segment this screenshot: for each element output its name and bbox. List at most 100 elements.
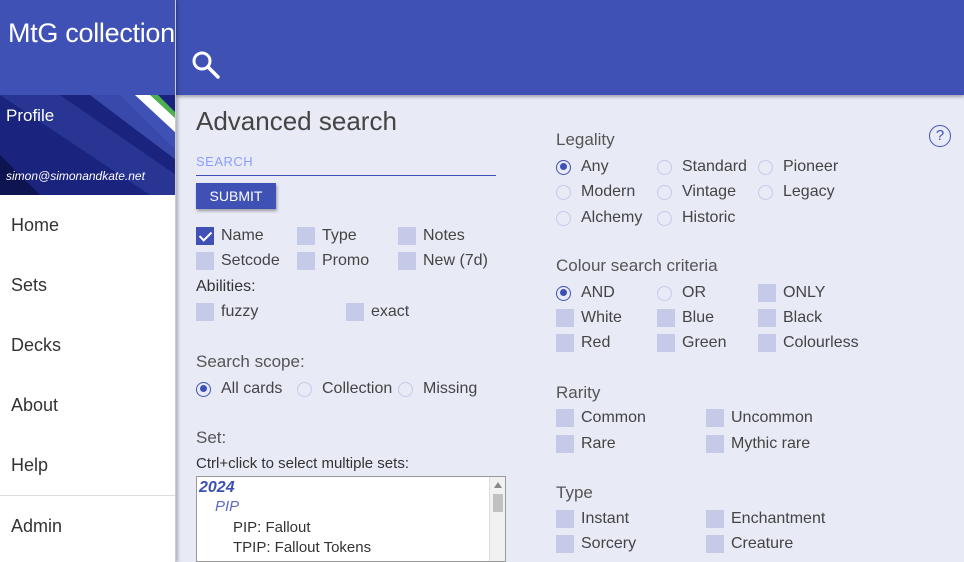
colour-red-checkbox[interactable]: Red [556,333,610,353]
colour-white-checkbox[interactable]: White [556,308,622,328]
radio-icon[interactable] [398,381,413,397]
checkbox-icon[interactable] [556,309,574,327]
type-enchantment-checkbox[interactable]: Enchantment [706,509,825,529]
type-sorcery-checkbox[interactable]: Sorcery [556,534,636,554]
checkbox-icon[interactable] [398,227,416,245]
colour-green-checkbox[interactable]: Green [657,333,726,353]
checkbox-icon[interactable] [706,435,724,453]
abilities-fuzzy-checkbox[interactable]: fuzzy [196,302,258,322]
app-title[interactable]: MtG collection [0,0,175,95]
legality-alchemy-radio[interactable]: Alchemy [556,208,642,228]
radio-icon[interactable] [556,184,571,200]
rarity-common-checkbox[interactable]: Common [556,408,646,428]
checkbox-icon[interactable] [297,227,315,245]
checkbox-icon[interactable] [556,334,574,352]
legality-vintage-radio[interactable]: Vintage [657,182,736,202]
type-creature-checkbox[interactable]: Creature [706,534,793,554]
checkbox-icon[interactable] [706,409,724,427]
radio-icon[interactable] [297,381,312,397]
set-group-year: 2024 [199,479,235,496]
rarity-rare-checkbox[interactable]: Rare [556,434,616,454]
colour-and-radio[interactable]: AND [556,283,615,303]
set-list-scrollbar[interactable] [489,477,505,561]
type-instant-checkbox[interactable]: Instant [556,509,629,529]
legality-modern-radio[interactable]: Modern [556,182,635,202]
radio-selected-icon[interactable] [556,285,571,301]
checkbox-icon[interactable] [556,409,574,427]
field-setcode-checkbox[interactable]: Setcode [196,251,280,271]
nav-item-admin[interactable]: Admin [0,495,175,555]
field-promo-checkbox[interactable]: Promo [297,251,369,271]
colour-option-label: White [581,309,622,326]
colour-black-checkbox[interactable]: Black [758,308,822,328]
colour-blue-checkbox[interactable]: Blue [657,308,714,328]
checkbox-icon[interactable] [706,510,724,528]
profile-card[interactable]: Profile simon@simonandkate.net [0,95,175,195]
scope-label: Search scope: [196,352,305,371]
checkbox-icon[interactable] [346,303,364,321]
scope-option-label: Collection [322,380,393,397]
rarity-uncommon-checkbox[interactable]: Uncommon [706,408,813,428]
checkbox-icon[interactable] [556,510,574,528]
radio-icon[interactable] [657,184,672,200]
set-option[interactable]: PIP: Fallout [233,519,311,536]
field-name-checkbox[interactable]: Name [196,226,264,246]
field-label: Name [221,227,264,244]
scroll-up-arrow-icon[interactable] [494,482,502,488]
checkbox-icon[interactable] [657,309,675,327]
radio-icon[interactable] [657,285,672,301]
colour-or-radio[interactable]: OR [657,283,706,303]
radio-icon[interactable] [758,184,773,200]
checkbox-icon[interactable] [657,334,675,352]
checkbox-icon[interactable] [758,284,776,302]
radio-selected-icon[interactable] [196,381,211,397]
checkbox-icon[interactable] [758,309,776,327]
checkbox-icon[interactable] [297,252,315,270]
radio-icon[interactable] [657,210,672,226]
colour-only-checkbox[interactable]: ONLY [758,283,825,303]
legality-pioneer-radio[interactable]: Pioneer [758,157,838,177]
checkbox-icon[interactable] [556,535,574,553]
rarity-option-label: Rare [581,435,616,452]
set-hint: Ctrl+click to select multiple sets: [196,455,409,472]
checkbox-icon[interactable] [196,252,214,270]
abilities-exact-checkbox[interactable]: exact [346,302,409,322]
legality-option-label: Legacy [783,183,835,200]
checkbox-icon[interactable] [196,303,214,321]
scope-collection-radio[interactable]: Collection [297,379,392,399]
nav-item-home[interactable]: Home [0,195,175,255]
checkbox-icon[interactable] [706,535,724,553]
help-icon[interactable]: ? [929,125,951,147]
scrollbar-thumb[interactable] [493,494,503,512]
nav-item-about[interactable]: About [0,375,175,435]
legality-historic-radio[interactable]: Historic [657,208,735,228]
checkbox-icon[interactable] [758,334,776,352]
legality-standard-radio[interactable]: Standard [657,157,747,177]
field-type-checkbox[interactable]: Type [297,226,357,246]
legality-legacy-radio[interactable]: Legacy [758,182,835,202]
radio-icon[interactable] [556,210,571,226]
colour-option-label: Black [783,309,823,326]
scope-all-cards-radio[interactable]: All cards [196,379,282,399]
search-input[interactable] [196,147,496,176]
nav-item-help[interactable]: Help [0,435,175,495]
legality-any-radio[interactable]: Any [556,157,609,177]
radio-icon[interactable] [758,159,773,175]
set-option[interactable]: TPIP: Fallout Tokens [233,539,371,556]
field-notes-checkbox[interactable]: Notes [398,226,465,246]
field-new-checkbox[interactable]: New (7d) [398,251,488,271]
nav-item-sets[interactable]: Sets [0,255,175,315]
radio-icon[interactable] [657,159,672,175]
rarity-mythic-checkbox[interactable]: Mythic rare [706,434,810,454]
checkbox-icon[interactable] [556,435,574,453]
radio-selected-icon[interactable] [556,159,571,175]
checkbox-icon[interactable] [398,252,416,270]
legality-label: Legality [556,130,615,149]
checkbox-checked-icon[interactable] [196,227,214,245]
set-select-list[interactable]: 2024 PIP PIP: Fallout TPIP: Fallout Toke… [196,476,506,562]
scope-missing-radio[interactable]: Missing [398,379,477,399]
submit-button[interactable]: SUBMIT [196,183,276,209]
search-icon[interactable] [191,50,221,80]
nav-item-decks[interactable]: Decks [0,315,175,375]
colour-colourless-checkbox[interactable]: Colourless [758,333,859,353]
